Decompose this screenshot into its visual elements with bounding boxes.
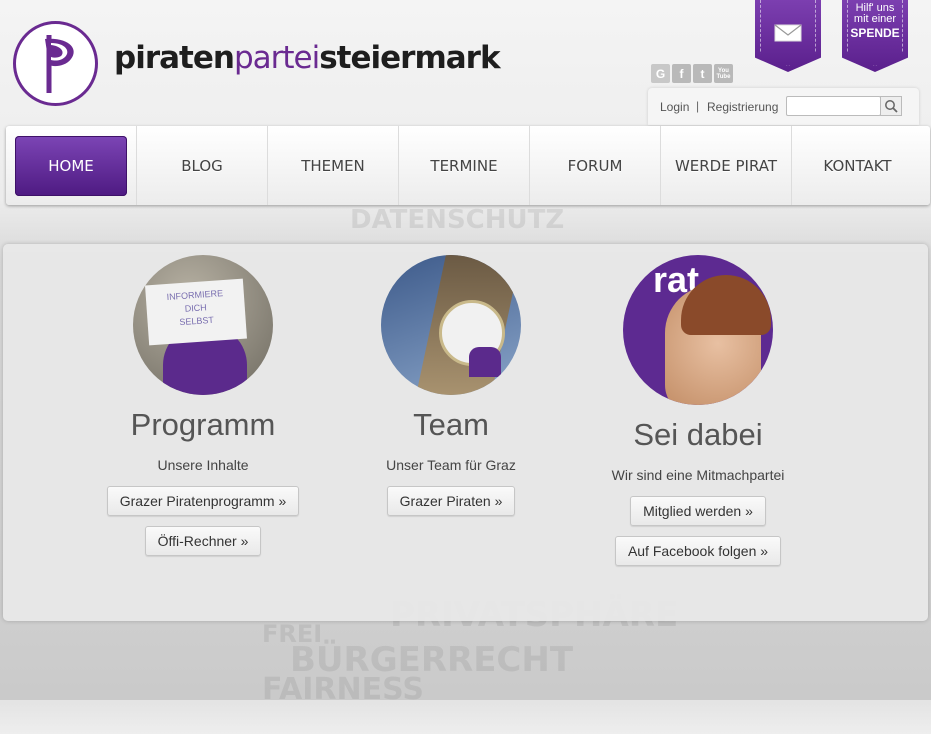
bg-word: DATENSCHUTZ [350,205,565,235]
programm-title: Programm [130,407,276,442]
nav-home-label: HOME [15,135,127,196]
programm-column: INFORMIERE DICH SELBST Programm Unsere I… [103,255,303,556]
sei-dabei-subtitle: Wir sind eine Mitmachpartei [611,467,785,483]
nav-item-home[interactable]: HOME [6,126,137,205]
social-icons: G f t You Tube [651,64,733,83]
team-figures [469,347,501,377]
pirate-flag-icon [44,34,74,93]
nav-item-blog[interactable]: BLOG [137,126,268,205]
bg-word: FREI [262,620,323,648]
site-title-part3: steiermark [319,40,500,76]
grazer-piraten-button[interactable]: Grazer Piraten » [386,486,516,516]
nav-item-themen[interactable]: THEMEN [268,126,399,205]
sei-dabei-photo[interactable]: rat [623,255,773,405]
newsletter-ribbon[interactable] [755,0,821,72]
team-column: Team Unser Team für Graz Grazer Piraten … [351,255,551,516]
protest-sign: INFORMIERE DICH SELBST [145,278,247,346]
user-bar: Login | Registrierung [648,88,919,125]
nav-item-forum[interactable]: FORUM [530,126,661,205]
logo[interactable] [13,21,98,106]
nav-item-kontakt[interactable]: KONTAKT [792,126,923,205]
sei-dabei-column: rat Sei dabei Wir sind eine Mitmachparte… [598,255,798,566]
nav-item-termine[interactable]: TERMINE [399,126,530,205]
sei-dabei-title: Sei dabei [633,417,763,452]
userbar-separator: | [696,99,700,113]
envelope-icon [774,24,802,42]
mitglied-werden-button[interactable]: Mitglied werden » [630,496,766,526]
google-icon[interactable]: G [651,64,670,83]
facebook-icon[interactable]: f [672,64,691,83]
nav-item-werde-pirat[interactable]: WERDE PIRAT [661,126,792,205]
facebook-folgen-button[interactable]: Auf Facebook folgen » [614,536,782,566]
team-subtitle: Unser Team für Graz [386,457,516,473]
footer-strip [0,700,931,734]
donate-line2: mit einer [853,13,897,25]
programm-subtitle: Unsere Inhalte [157,457,249,473]
team-photo[interactable] [381,255,521,395]
main-nav: HOME BLOG THEMEN TERMINE FORUM WERDE PIR… [6,126,930,205]
donate-line3: SPENDE [850,26,900,40]
oeffi-rechner-button[interactable]: Öffi-Rechner » [144,526,262,556]
register-link[interactable]: Registrierung [707,100,778,114]
programm-photo[interactable]: INFORMIERE DICH SELBST [133,255,273,395]
team-title: Team [413,407,489,442]
search-icon [885,100,898,113]
site-title-part2: partei [233,40,320,76]
content-panel: INFORMIERE DICH SELBST Programm Unsere I… [3,244,928,621]
youtube-icon[interactable]: You Tube [714,64,733,83]
search-button[interactable] [880,96,902,116]
search-input[interactable] [786,96,881,116]
site-title-part1: piraten [114,40,235,76]
twitter-icon[interactable]: t [693,64,712,83]
login-link[interactable]: Login [660,100,689,114]
grazer-piratenprogramm-button[interactable]: Grazer Piratenprogramm » [106,486,300,516]
donate-ribbon[interactable]: Hilf' uns mit einer SPENDE [842,0,908,72]
site-title[interactable]: piratenparteisteiermark [114,40,501,76]
